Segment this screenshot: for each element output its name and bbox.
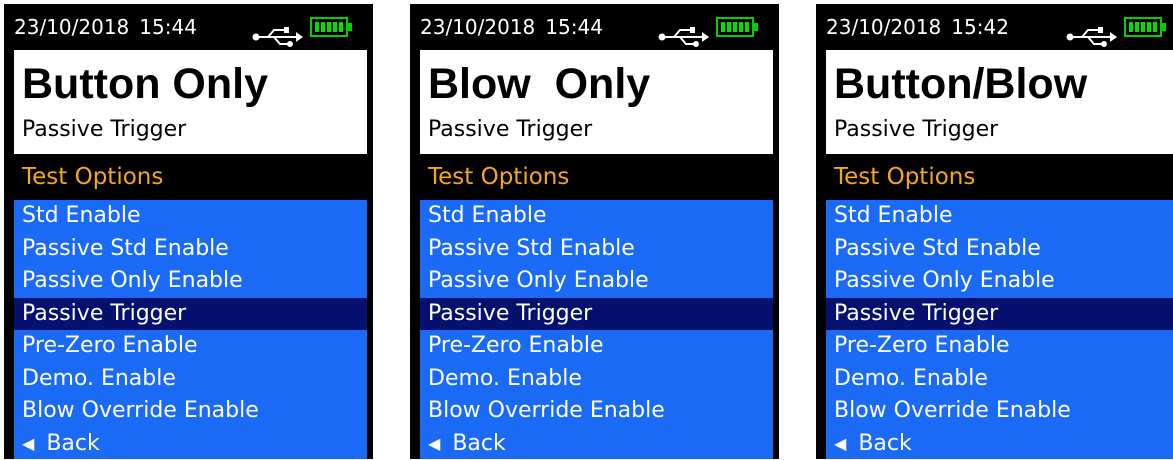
menu-item-passive-only-enable[interactable]: Passive Only Enable: [826, 265, 1173, 298]
status-time: 15:42: [951, 15, 1009, 39]
section-header-test-options: Test Options: [826, 154, 1173, 200]
title-panel: Button Only Passive Trigger: [14, 50, 367, 154]
title-panel: Blow Only Passive Trigger: [420, 50, 773, 154]
status-time: 15:44: [139, 15, 197, 39]
test-options-menu: Std Enable Passive Std Enable Passive On…: [826, 200, 1173, 459]
status-bar: 23/10/2018 15:44: [4, 4, 373, 50]
mode-subtitle: Passive Trigger: [428, 116, 592, 144]
menu-item-passive-only-enable[interactable]: Passive Only Enable: [14, 265, 367, 298]
menu-item-blow-override-enable[interactable]: Blow Override Enable: [826, 395, 1173, 428]
test-options-menu: Std Enable Passive Std Enable Passive On…: [14, 200, 367, 459]
status-bar: 23/10/2018 15:42: [816, 4, 1173, 50]
back-arrow-icon: ◀: [428, 428, 440, 460]
back-arrow-icon: ◀: [22, 428, 34, 460]
status-bar: 23/10/2018 15:44: [410, 4, 779, 50]
battery-full-icon: [310, 17, 354, 37]
menu-item-std-enable[interactable]: Std Enable: [14, 200, 367, 233]
battery-full-icon: [716, 17, 760, 37]
mode-subtitle: Passive Trigger: [834, 116, 998, 144]
status-time: 15:44: [545, 15, 603, 39]
status-date: 23/10/2018: [14, 15, 129, 39]
device-screen-button-only: 23/10/2018 15:44 Button Only Passive Trig…: [4, 4, 373, 459]
usb-icon: [252, 17, 304, 37]
menu-item-passive-trigger[interactable]: Passive Trigger: [826, 298, 1173, 331]
mode-title: Blow Only: [428, 60, 650, 108]
back-menu-item[interactable]: ◀ Back: [420, 428, 773, 460]
section-header-test-options: Test Options: [420, 154, 773, 200]
menu-item-pre-zero-enable[interactable]: Pre-Zero Enable: [420, 330, 773, 363]
menu-item-blow-override-enable[interactable]: Blow Override Enable: [420, 395, 773, 428]
status-date: 23/10/2018: [826, 15, 941, 39]
usb-icon: [1066, 17, 1118, 37]
mode-subtitle: Passive Trigger: [22, 116, 186, 144]
back-label: Back: [452, 431, 505, 456]
menu-item-passive-std-enable[interactable]: Passive Std Enable: [14, 233, 367, 266]
device-screen-blow-only: 23/10/2018 15:44 Blow Only Passive Trigge…: [410, 4, 779, 459]
back-menu-item[interactable]: ◀ Back: [826, 428, 1173, 460]
test-options-menu: Std Enable Passive Std Enable Passive On…: [420, 200, 773, 459]
menu-item-demo-enable[interactable]: Demo. Enable: [826, 363, 1173, 396]
menu-item-std-enable[interactable]: Std Enable: [420, 200, 773, 233]
back-arrow-icon: ◀: [834, 428, 846, 460]
menu-item-passive-std-enable[interactable]: Passive Std Enable: [420, 233, 773, 266]
menu-item-blow-override-enable[interactable]: Blow Override Enable: [14, 395, 367, 428]
mode-title: Button/Blow: [834, 60, 1087, 108]
menu-item-passive-std-enable[interactable]: Passive Std Enable: [826, 233, 1173, 266]
menu-item-std-enable[interactable]: Std Enable: [826, 200, 1173, 233]
menu-item-pre-zero-enable[interactable]: Pre-Zero Enable: [826, 330, 1173, 363]
menu-item-pre-zero-enable[interactable]: Pre-Zero Enable: [14, 330, 367, 363]
menu-item-demo-enable[interactable]: Demo. Enable: [14, 363, 367, 396]
back-label: Back: [46, 431, 99, 456]
section-header-test-options: Test Options: [14, 154, 367, 200]
title-panel: Button/Blow Passive Trigger: [826, 50, 1173, 154]
usb-icon: [658, 17, 710, 37]
menu-item-passive-trigger[interactable]: Passive Trigger: [14, 298, 367, 331]
status-date: 23/10/2018: [420, 15, 535, 39]
back-menu-item[interactable]: ◀ Back: [14, 428, 367, 460]
mode-title: Button Only: [22, 60, 268, 108]
battery-full-icon: [1124, 17, 1168, 37]
back-label: Back: [858, 431, 911, 456]
menu-item-passive-only-enable[interactable]: Passive Only Enable: [420, 265, 773, 298]
device-screen-button-blow: 23/10/2018 15:42 Button/Blow Passive Trig…: [816, 4, 1173, 459]
menu-item-passive-trigger[interactable]: Passive Trigger: [420, 298, 773, 331]
menu-item-demo-enable[interactable]: Demo. Enable: [420, 363, 773, 396]
